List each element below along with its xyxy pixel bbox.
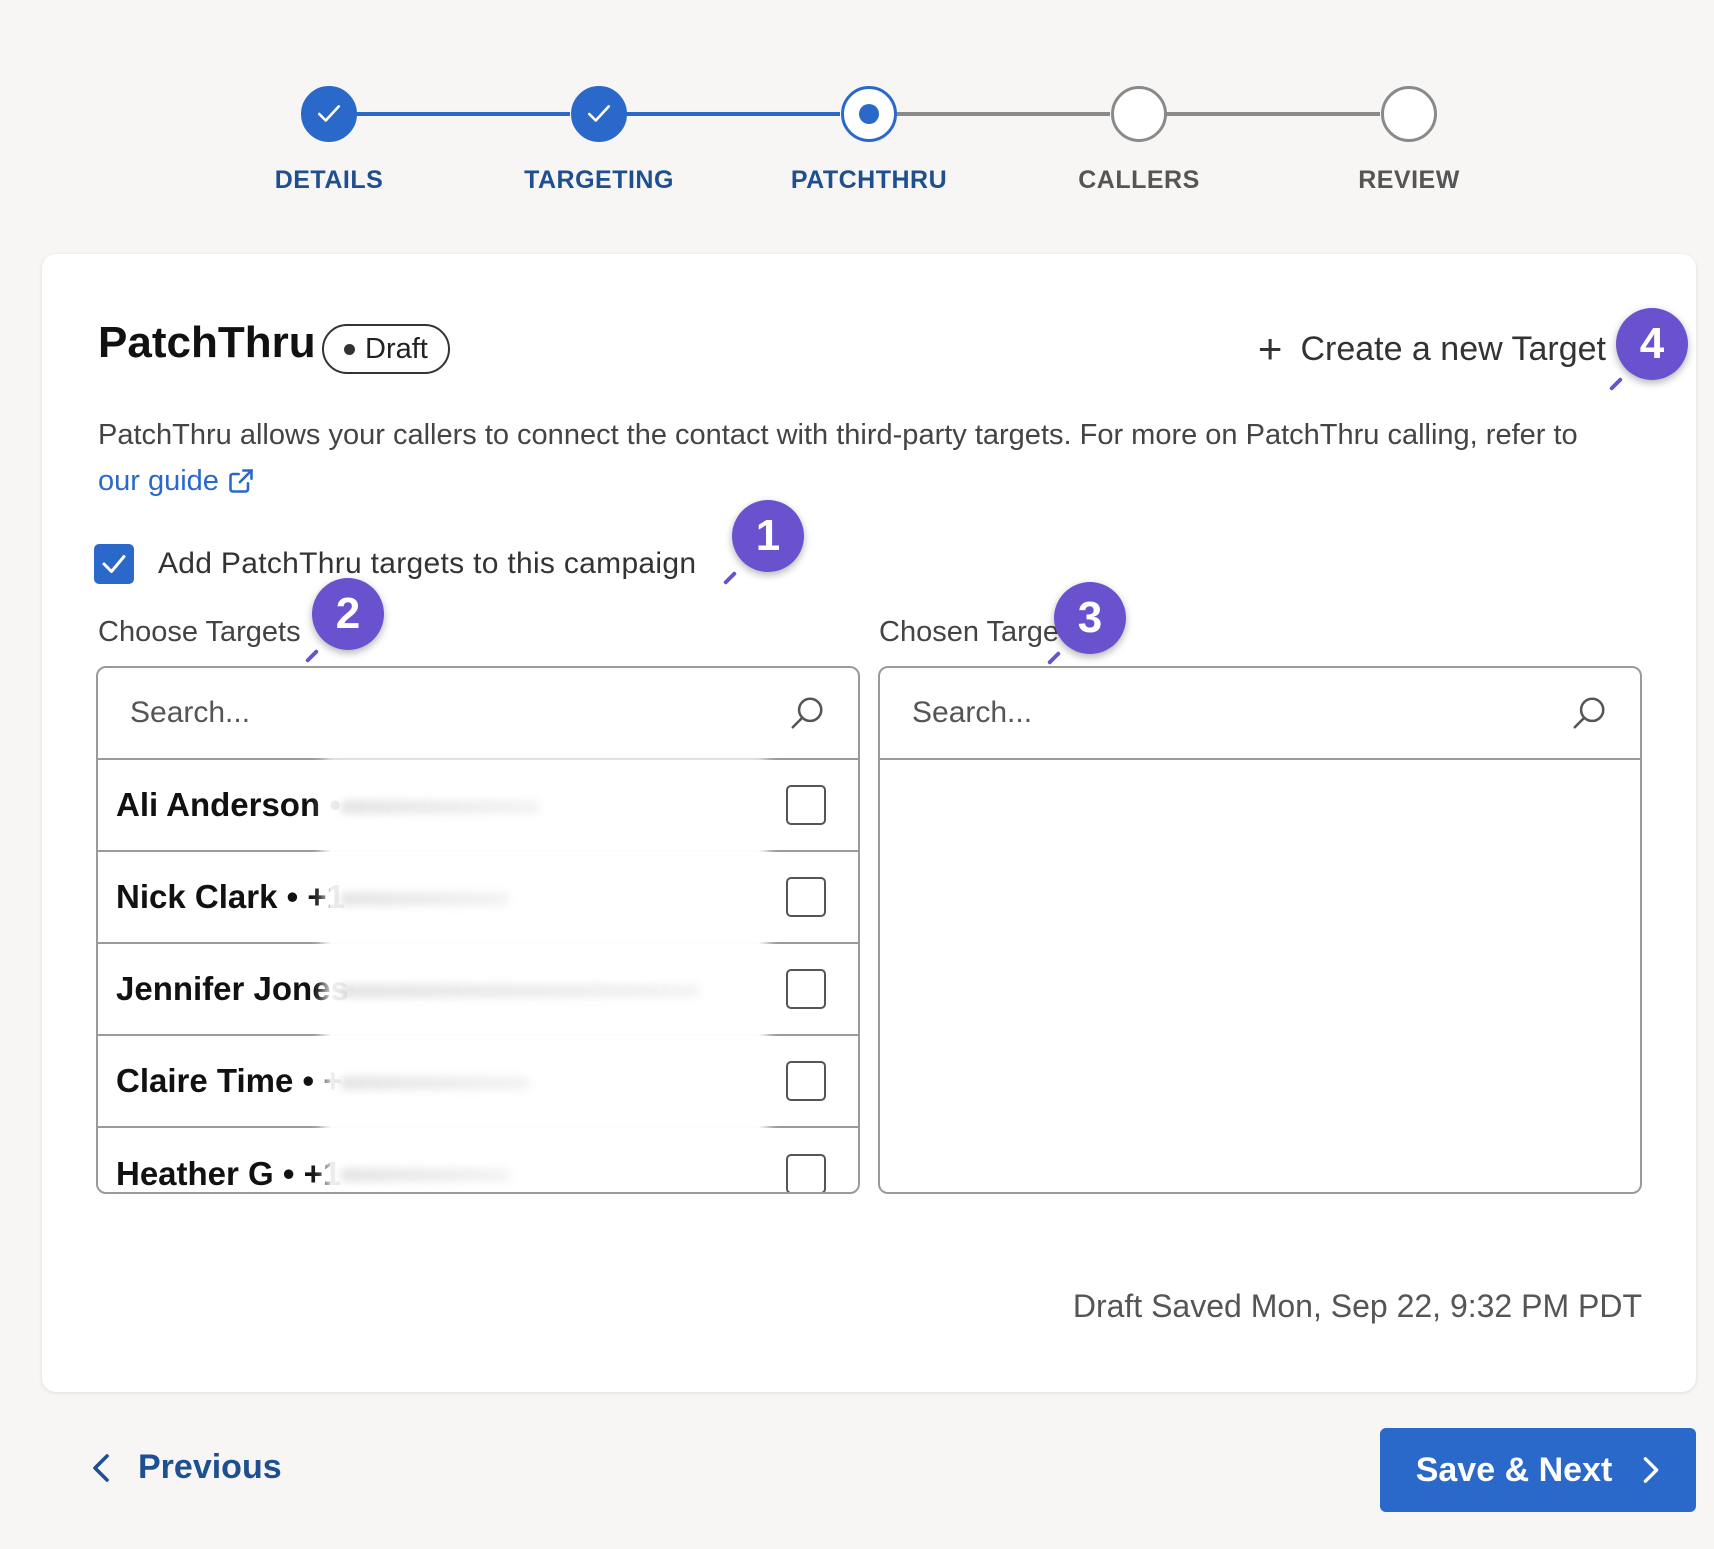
create-target-label: Create a new Target — [1300, 329, 1606, 368]
current-step-dot — [859, 104, 879, 124]
add-targets-checkbox-row[interactable]: Add PatchThru targets to this campaign — [94, 544, 696, 584]
target-checkbox[interactable] — [786, 1154, 826, 1192]
step-connector — [626, 112, 840, 116]
chosen-targets-label: Chosen Targets — [879, 616, 1082, 648]
annotation-badge-3: 3 — [1054, 582, 1126, 654]
step-callers-circle — [1111, 86, 1167, 142]
step-label-details[interactable]: DETAILS — [219, 166, 439, 195]
chosen-search-bar — [880, 668, 1640, 760]
annotation-tail — [722, 570, 738, 586]
annotation-tail — [304, 648, 320, 664]
choose-targets-panel: Ali Anderson • Nick Clark • +1 Jennifer … — [96, 666, 860, 1194]
check-icon — [587, 105, 611, 122]
chosen-targets-panel — [878, 666, 1642, 1194]
check-icon — [102, 555, 126, 573]
guide-link[interactable]: our guide — [98, 458, 255, 504]
chosen-search-input[interactable] — [912, 696, 1512, 730]
description-text: PatchThru allows your callers to connect… — [98, 419, 1578, 451]
target-name: Heather G • +1 — [116, 1155, 342, 1192]
save-next-label: Save & Next — [1415, 1450, 1613, 1489]
check-icon — [317, 105, 341, 122]
previous-button[interactable]: Previous — [90, 1448, 282, 1487]
annotation-badge-2: 2 — [312, 578, 384, 650]
step-patchthru-circle — [841, 86, 897, 142]
redacted-phone — [330, 1128, 760, 1192]
draft-saved-status: Draft Saved Mon, Sep 22, 9:32 PM PDT — [1072, 1288, 1642, 1324]
step-review-circle — [1381, 86, 1437, 142]
chevron-left-icon — [93, 1453, 109, 1482]
target-list-item[interactable]: Ali Anderson • — [98, 760, 858, 852]
step-targeting-circle[interactable] — [571, 86, 627, 142]
step-label-patchthru: PATCHTHRU — [790, 166, 948, 194]
description: PatchThru allows your callers to connect… — [98, 412, 1658, 504]
add-targets-label: Add PatchThru targets to this campaign — [158, 547, 697, 580]
external-link-icon — [229, 469, 253, 493]
plus-icon: + — [1257, 325, 1283, 372]
page-title: PatchThru — [98, 318, 316, 367]
progress-stepper: DETAILS TARGETING PATCHTHRU CALLERS REVI… — [0, 0, 1714, 220]
patchthru-card: PatchThru Draft + Create a new Target Pa… — [42, 254, 1696, 1392]
step-label-callers: CALLERS — [1078, 166, 1200, 194]
badge-label: Draft — [365, 332, 428, 365]
target-checkbox[interactable] — [786, 785, 826, 825]
redacted-phone — [330, 760, 760, 852]
previous-label: Previous — [138, 1448, 282, 1486]
target-checkbox[interactable] — [786, 877, 826, 917]
target-list-item[interactable]: Jennifer Jones — [98, 944, 858, 1036]
target-checkbox[interactable] — [786, 1061, 826, 1101]
step-connector — [896, 112, 1110, 116]
step-connector — [1166, 112, 1380, 116]
target-name: Nick Clark • +1 — [116, 878, 345, 915]
target-checkbox[interactable] — [786, 969, 826, 1009]
redacted-phone — [330, 1036, 760, 1128]
search-icon[interactable] — [788, 694, 826, 732]
target-name: Jennifer Jones — [116, 970, 349, 1007]
step-label-targeting[interactable]: TARGETING — [489, 166, 709, 195]
save-next-button[interactable]: Save & Next — [1380, 1428, 1696, 1512]
step-details-circle[interactable] — [301, 86, 357, 142]
badge-dot — [344, 343, 355, 355]
target-name: Claire Time • + — [116, 1062, 343, 1099]
redacted-phone — [330, 944, 760, 1036]
create-target-button[interactable]: + Create a new Target — [1258, 328, 1606, 370]
target-list-item[interactable]: Heather G • +1 — [98, 1128, 858, 1192]
choose-search-bar — [98, 668, 858, 760]
step-connector — [356, 112, 570, 116]
annotation-badge-4: 4 — [1616, 308, 1688, 380]
search-icon[interactable] — [1570, 694, 1608, 732]
guide-link-label: our guide — [98, 465, 219, 497]
step-label-review: REVIEW — [1358, 166, 1460, 194]
annotation-tail — [1046, 650, 1062, 666]
annotation-badge-1: 1 — [732, 500, 804, 572]
target-list-item[interactable]: Nick Clark • +1 — [98, 852, 858, 944]
choose-search-input[interactable] — [130, 696, 730, 730]
target-name: Ali Anderson • — [116, 786, 341, 823]
chevron-right-icon — [1643, 1457, 1659, 1483]
add-targets-checkbox[interactable] — [94, 544, 134, 584]
redacted-phone — [330, 852, 760, 944]
annotation-tail — [1608, 376, 1624, 392]
status-badge: Draft — [322, 324, 450, 374]
choose-targets-label: Choose Targets — [98, 616, 301, 648]
target-list-item[interactable]: Claire Time • + — [98, 1036, 858, 1128]
